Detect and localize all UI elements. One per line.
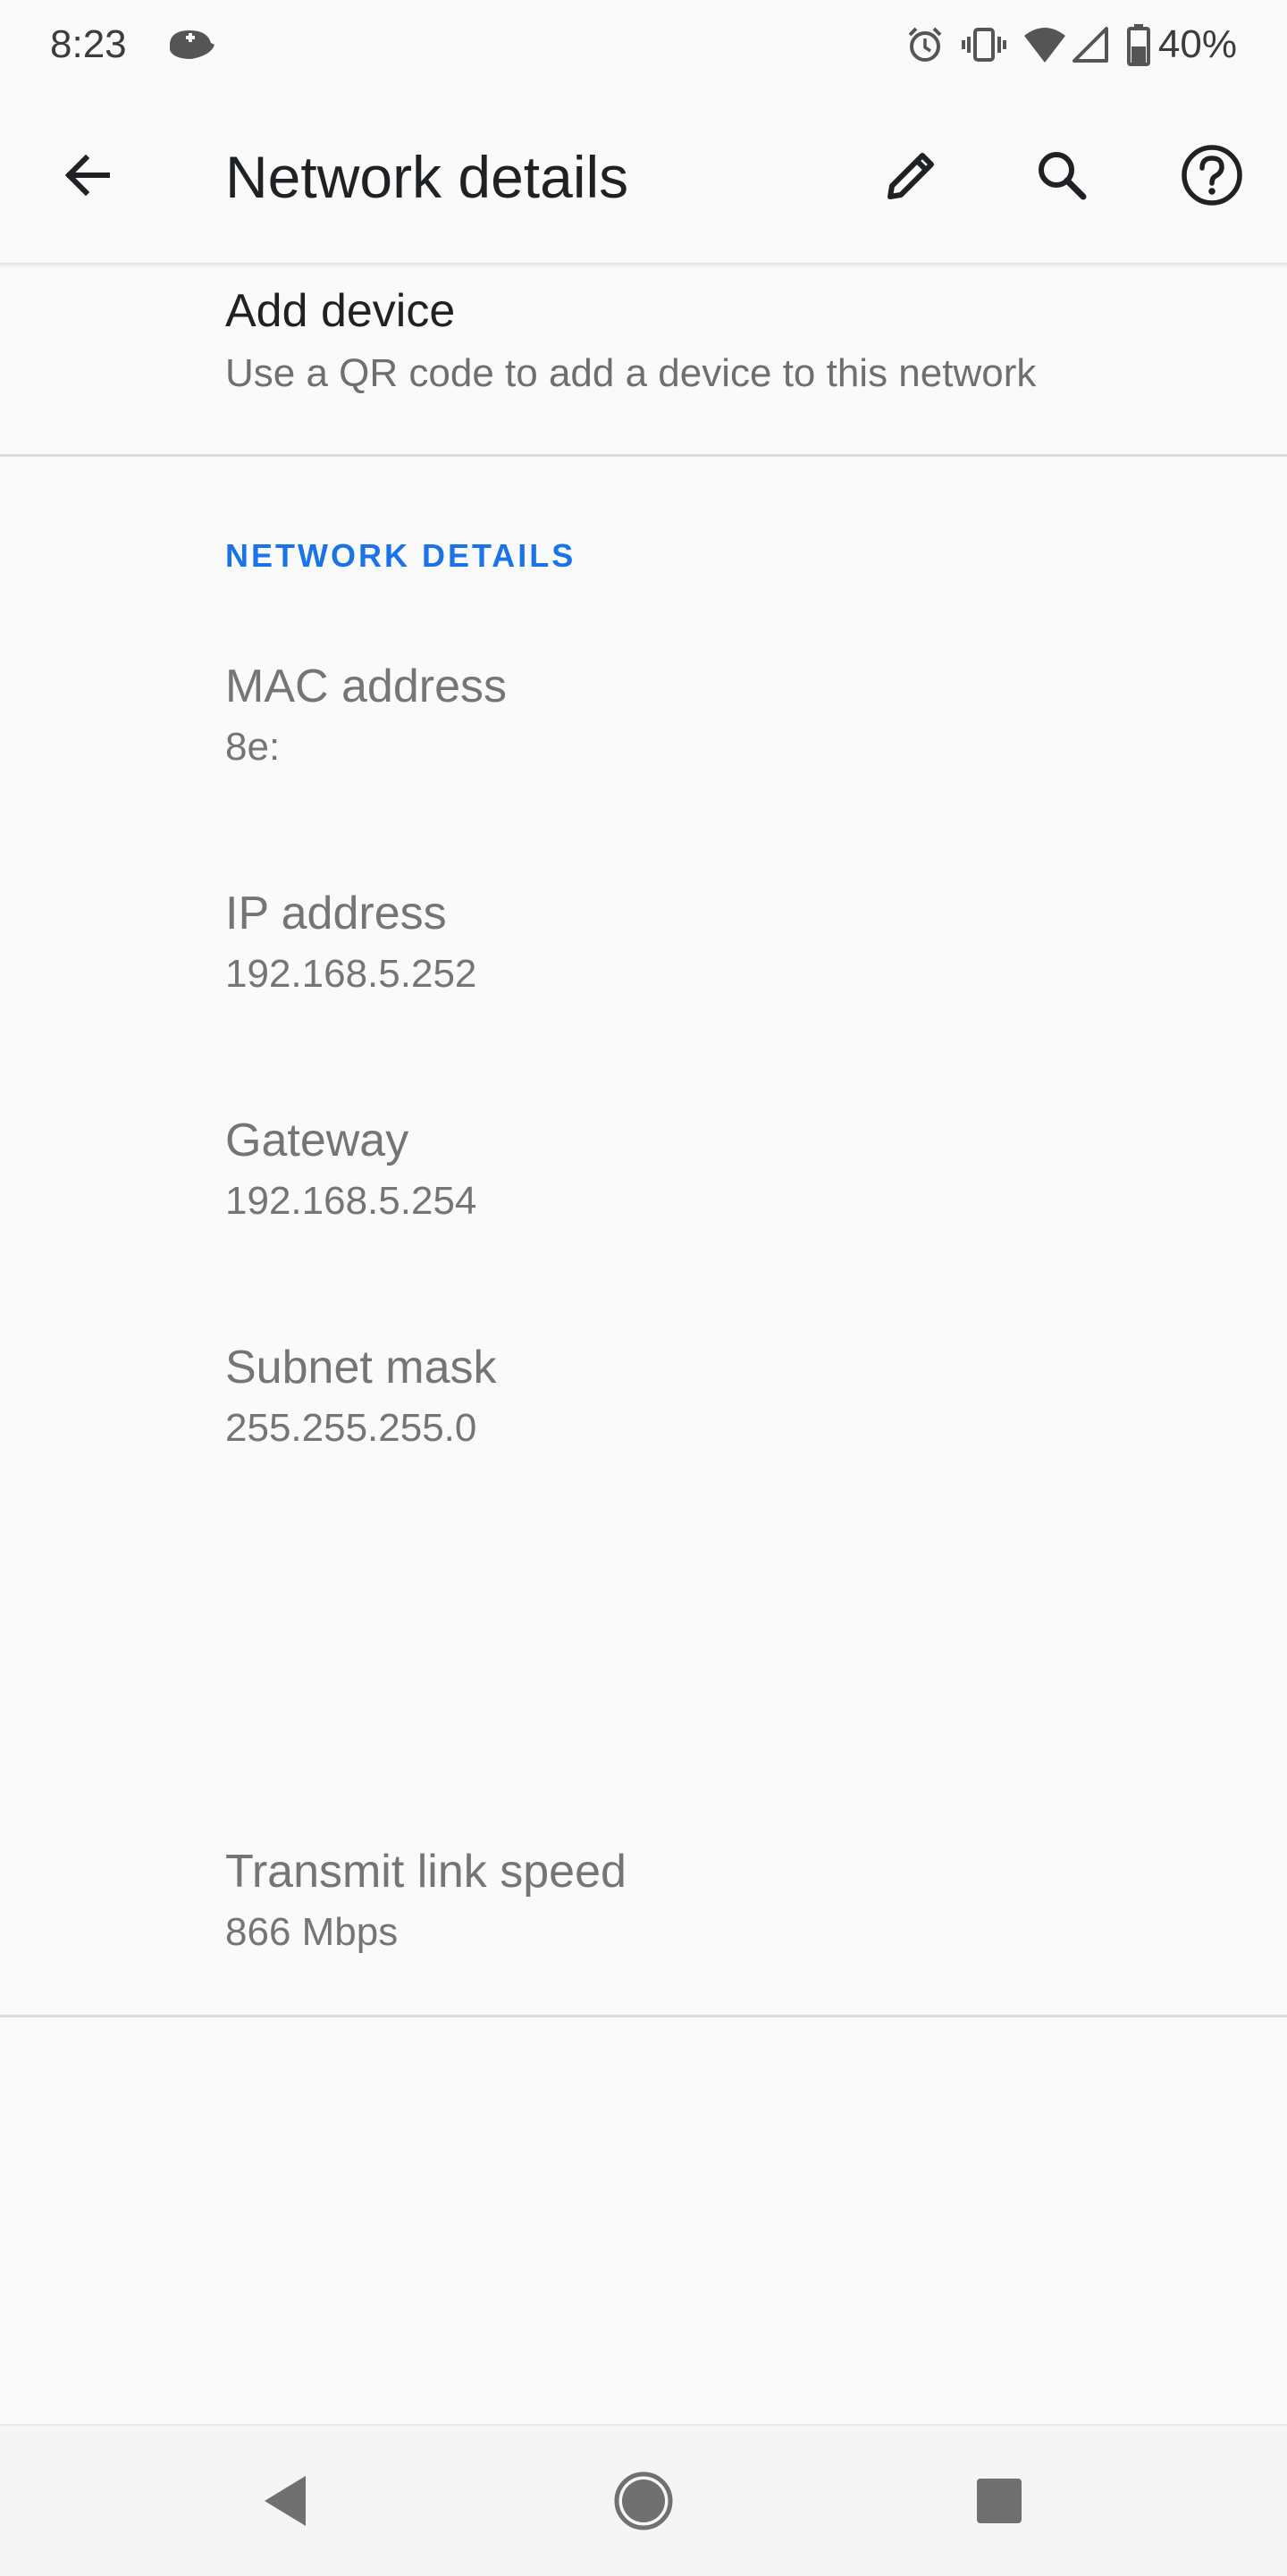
status-bar: 8:23 40% xyxy=(0,0,1287,89)
cell-signal-icon xyxy=(1071,25,1110,64)
mac-address-value: 8e: xyxy=(225,725,281,769)
nav-home-button[interactable] xyxy=(599,2456,688,2546)
ip-address-item: IP address 192.168.5.252 xyxy=(225,885,1208,999)
back-button[interactable] xyxy=(46,134,129,216)
pencil-icon xyxy=(887,153,934,199)
app-bar: Network details xyxy=(0,89,1287,265)
battery-icon xyxy=(1126,23,1151,66)
transmit-link-speed-item: Transmit link speed 866 Mbps xyxy=(225,1843,1208,1957)
subnet-mask-item: Subnet mask 255.255.255.0 xyxy=(225,1339,1208,1453)
page-title: Network details xyxy=(225,144,629,210)
transmit-link-speed-value: 866 Mbps xyxy=(225,1910,399,1954)
nav-recents-button[interactable] xyxy=(955,2456,1044,2546)
back-arrow-icon xyxy=(64,154,110,197)
battery-percent: 40% xyxy=(1157,22,1237,66)
alarm-icon xyxy=(904,24,946,65)
navigation-bar xyxy=(0,2424,1287,2576)
notification-icon xyxy=(164,23,216,66)
gateway-item: Gateway 192.168.5.254 xyxy=(225,1112,1208,1226)
status-icons: 40% xyxy=(888,18,1237,72)
mac-address-item: MAC address 8e: xyxy=(225,658,1208,772)
ip-address-value: 192.168.5.252 xyxy=(225,952,477,996)
help-button[interactable] xyxy=(1171,134,1253,216)
add-device-subtitle: Use a QR code to add a device to this ne… xyxy=(225,351,1037,395)
edit-button[interactable] xyxy=(871,134,953,216)
add-device-title: Add device xyxy=(225,285,456,337)
gateway-value: 192.168.5.254 xyxy=(225,1179,477,1223)
add-device-item[interactable]: Add device Use a QR code to add a device… xyxy=(0,265,1287,457)
wifi-icon xyxy=(1022,25,1067,64)
search-icon xyxy=(1039,152,1087,200)
mac-address-label: MAC address xyxy=(225,661,507,712)
network-details-header: NETWORK DETAILS xyxy=(225,537,576,574)
search-button[interactable] xyxy=(1021,134,1103,216)
nav-recents-icon xyxy=(977,2479,1022,2523)
divider xyxy=(0,2015,1287,2017)
help-icon xyxy=(1182,145,1242,206)
gateway-label: Gateway xyxy=(225,1115,409,1166)
transmit-link-speed-label: Transmit link speed xyxy=(225,1846,627,1898)
nav-back-icon xyxy=(265,2476,306,2526)
subnet-mask-label: Subnet mask xyxy=(225,1342,497,1393)
status-time: 8:23 xyxy=(50,22,127,66)
nav-back-button[interactable] xyxy=(241,2456,331,2546)
nav-home-icon xyxy=(614,2471,673,2530)
vibrate-icon xyxy=(961,24,1006,65)
ip-address-label: IP address xyxy=(225,888,447,939)
subnet-mask-value: 255.255.255.0 xyxy=(225,1406,477,1450)
